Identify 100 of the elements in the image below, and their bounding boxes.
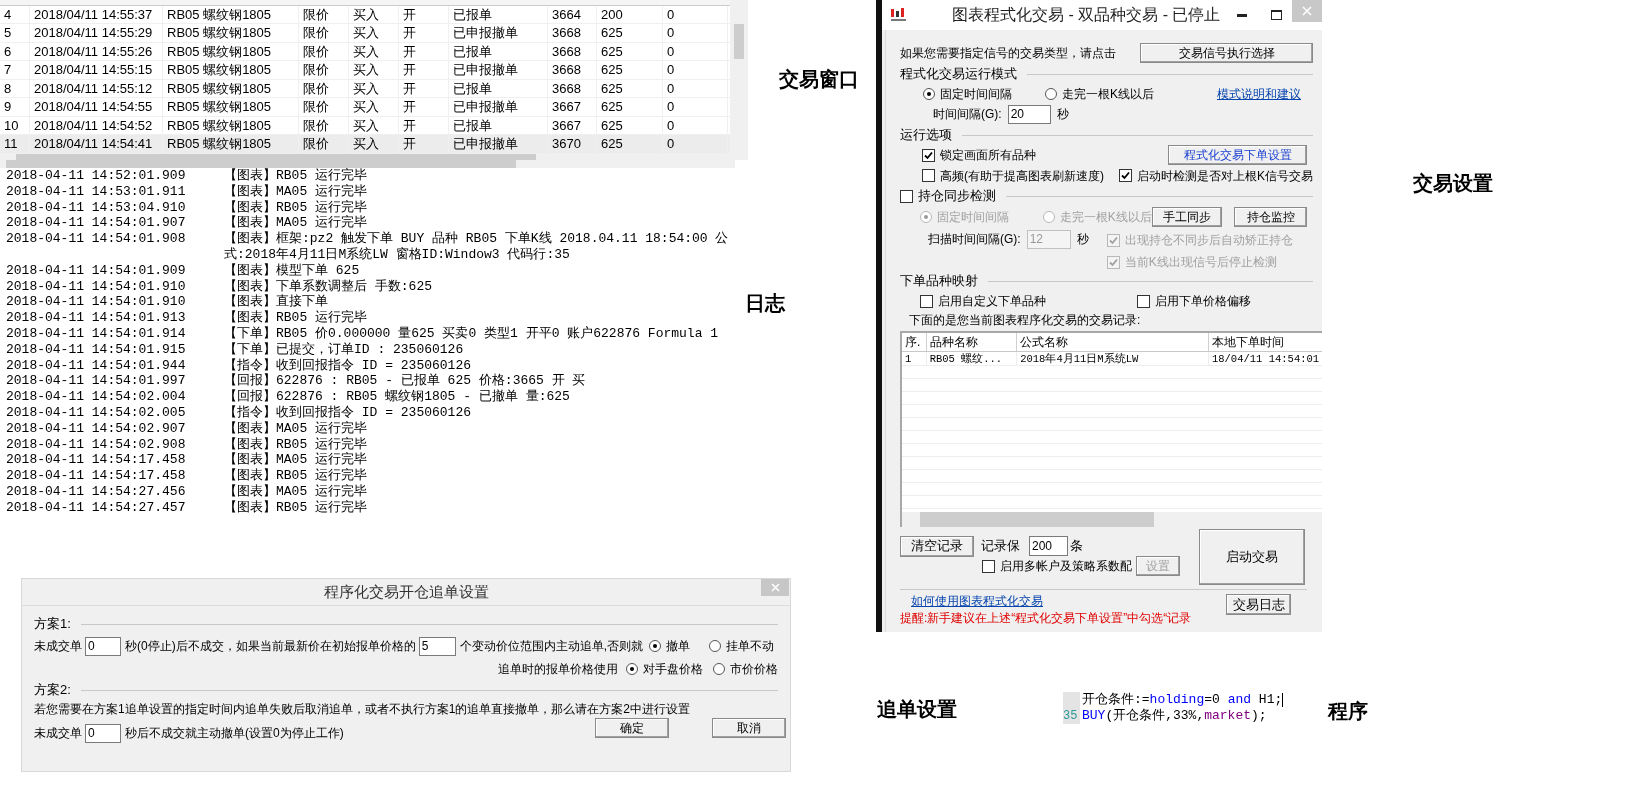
column-header[interactable]: 公式名称 — [1017, 333, 1209, 351]
input-field[interactable]: 0 — [85, 636, 121, 656]
log-time: 2018-04-11 14:54:17.458 — [6, 452, 187, 469]
signal-select-button[interactable]: 交易信号执行选择 — [1140, 43, 1313, 63]
table-cell: RB05 螺纹... — [926, 352, 1018, 365]
checkbox-label: 当前K线出现信号后停止检测 — [1124, 254, 1277, 271]
order-settings-button[interactable]: 程式化交易下单设置 — [1168, 145, 1307, 165]
column-header[interactable]: 本地下单时间 — [1208, 333, 1322, 351]
checkbox-label: 启用下单价格偏移 — [1155, 293, 1251, 310]
table-cell: RB05 螺纹钢1805 — [163, 98, 299, 116]
field-label: 未成交单 — [34, 725, 82, 742]
dialog-button[interactable]: 确定 — [595, 718, 669, 738]
checkbox[interactable] — [1137, 294, 1150, 308]
table-cell: RB05 螺纹钢1805 — [163, 5, 299, 24]
table-cell: 625 — [597, 79, 663, 98]
checkbox[interactable] — [922, 148, 935, 162]
table-cell: 已申报撤单 — [449, 61, 548, 79]
caption-label: 追单设置 — [877, 697, 957, 722]
table-cell: 限价 — [299, 98, 349, 116]
column-header[interactable]: 品种名称 — [926, 333, 1018, 351]
checkbox[interactable] — [982, 559, 995, 573]
log-time: 2018-04-11 14:54:01.910 — [6, 278, 187, 295]
section-title: 程式化交易运行模式 — [900, 65, 1017, 84]
log-message: 【图表】模型下单 625 — [224, 262, 361, 279]
clear-records-button[interactable]: 清空记录 — [900, 535, 974, 557]
table-cell: 买入 — [349, 42, 399, 61]
start-trading-button[interactable]: 启动交易 — [1199, 529, 1305, 585]
table-cell: 开 — [399, 61, 449, 79]
table-cell: 1 — [902, 352, 927, 365]
log-time: 2018-04-11 14:54:02.004 — [6, 389, 187, 405]
table-row[interactable]: 5 2018/04/11 14:55:29 RB05 螺纹钢1805 限价 买入 开 已申报撤单 3668 625 0 — [0, 24, 730, 43]
radio-label: 挂单不动 — [726, 638, 774, 655]
table-cell: 2018/04/11 14:54:55 — [30, 98, 163, 116]
table-cell: 已报单 — [449, 5, 548, 24]
table-cell: 0 — [663, 61, 728, 79]
unit-label: 秒 — [1056, 106, 1069, 123]
dialog-button[interactable]: 取消 — [712, 718, 786, 738]
table-cell: 625 — [597, 135, 663, 153]
radio-button[interactable] — [713, 663, 725, 675]
column-header[interactable]: 序. — [902, 333, 927, 351]
field-label: 未成交单 — [34, 638, 82, 655]
table-cell: 3668 — [548, 61, 597, 79]
log-message: 【图表】RB05 运行完毕 — [224, 436, 368, 452]
close-icon — [1302, 6, 1312, 16]
table-row[interactable]: 7 2018/04/11 14:55:15 RB05 螺纹钢1805 限价 买入 开 已申报撤单 3668 625 0 — [0, 61, 730, 80]
checkbox[interactable] — [920, 294, 933, 308]
table-cell: 开 — [399, 98, 449, 116]
table-cell: 3664 — [548, 5, 597, 24]
table-cell: 买入 — [349, 61, 399, 79]
trade-log-button[interactable]: 交易日志 — [1226, 594, 1291, 615]
checkbox-label: 锁定画面所有品种 — [940, 147, 1036, 164]
table-row[interactable]: 11 2018/04/11 14:54:41 RB05 螺纹钢1805 限价 买入 开 已申报撤单 3670 625 0 — [0, 135, 730, 154]
radio-button[interactable] — [649, 640, 661, 652]
position-monitor-button[interactable]: 持仓监控 — [1234, 207, 1307, 227]
code-line: BUY(开仓条件,33%,market); — [1082, 708, 1267, 724]
caption-label: 日志 — [745, 291, 785, 316]
log-time: 2018-04-11 14:54:01.908 — [6, 231, 187, 247]
table-cell: 2018/04/11 14:54:41 — [30, 135, 163, 153]
radio-label: 对手盘价格 — [643, 661, 703, 678]
input-field[interactable]: 0 — [85, 723, 121, 743]
log-message: 【图表】MA05 运行完毕 — [224, 183, 368, 200]
close-icon — [770, 583, 780, 592]
log-time: 2018-04-11 14:54:27.456 — [6, 483, 187, 500]
log-message: 【图表】RB05 运行完毕 — [224, 168, 368, 184]
table-cell: 7 — [0, 61, 30, 79]
table-row[interactable]: 9 2018/04/11 14:54:55 RB05 螺纹钢1805 限价 买入 开 已申报撤单 3667 625 0 — [0, 98, 730, 117]
input-field[interactable]: 20 — [1007, 104, 1051, 124]
log-time: 2018-04-11 14:54:01.913 — [6, 310, 187, 326]
field-label: 记录保 — [981, 537, 1020, 556]
table-cell: 0 — [663, 116, 728, 135]
table-cell: 买入 — [349, 5, 399, 24]
checkbox[interactable] — [900, 189, 913, 203]
field-label: 秒后不成交就主动撤单(设置0为停止工作) — [125, 725, 344, 742]
radio-label: 固定时间间隔 — [937, 209, 1009, 226]
checkbox[interactable] — [1119, 169, 1132, 182]
radio-button[interactable] — [626, 663, 638, 675]
window-title: 图表程式化交易 - 双品种交易 - 已停止 — [952, 5, 1221, 25]
input-field[interactable]: 200 — [1029, 536, 1068, 556]
maximize-icon[interactable] — [1271, 10, 1282, 20]
table-cell: 开 — [399, 116, 449, 135]
field-label: 个变动价位范围内主动追单,否则就 — [459, 638, 643, 655]
help-link[interactable]: 如何使用图表程式化交易 — [900, 594, 1192, 609]
table-cell: 3668 — [548, 79, 597, 98]
input-field[interactable]: 5 — [418, 636, 456, 656]
table-cell: 0 — [663, 135, 728, 153]
checkbox[interactable] — [922, 169, 935, 182]
manual-sync-button[interactable]: 手工同步 — [1151, 207, 1223, 227]
reminder-text: 提醒:新手建议在上述“程式化交易下单设置”中勾选“记录 — [900, 611, 1192, 626]
log-message: 【图表】RB05 运行完毕 — [224, 468, 368, 484]
help-link[interactable]: 模式说明和建议 — [1217, 84, 1301, 103]
table-cell: RB05 螺纹钢1805 — [163, 61, 299, 79]
field-label: 秒(0停止)后不成交，如果当前最新价在初始报单价格的 — [125, 638, 416, 655]
radio-button[interactable] — [709, 640, 721, 652]
table-cell: 已申报撤单 — [449, 135, 548, 153]
log-time: 2018-04-11 14:53:01.911 — [6, 183, 187, 200]
section-title: 下单品种映射 — [900, 272, 978, 291]
radio-button[interactable] — [1045, 87, 1057, 100]
radio-button[interactable] — [923, 87, 935, 100]
log-time: 2018-04-11 14:52:01.909 — [6, 168, 187, 184]
minimize-icon[interactable] — [1237, 13, 1247, 17]
